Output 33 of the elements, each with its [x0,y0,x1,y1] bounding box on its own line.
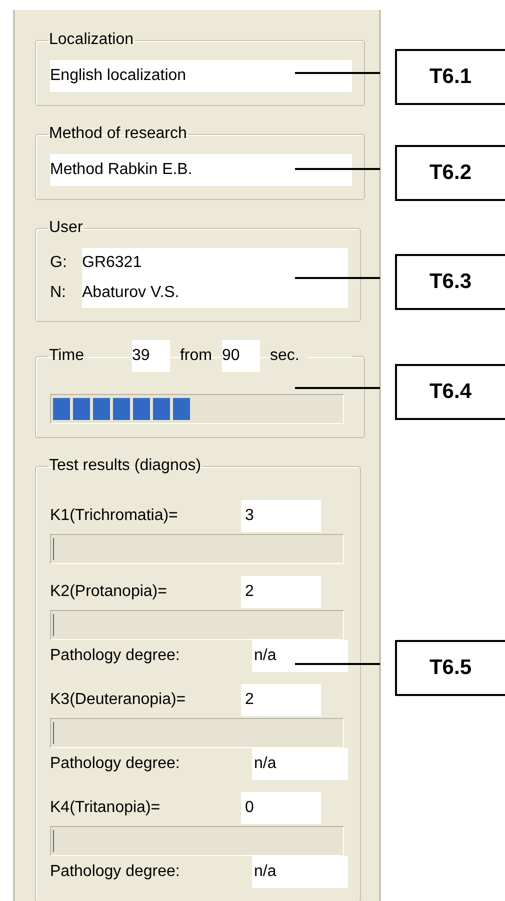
field-label: N: [50,284,67,302]
group-title: Test results (diagnos) [48,456,202,476]
callout-label: T6.2 [395,145,505,201]
field-label: G: [50,254,68,272]
value-field: 39 [132,340,170,372]
result-label: K2(Protanopia)= [50,583,167,601]
result-label: K4(Tritanopia)= [50,799,160,817]
value-field: Abaturov V.S. [82,278,348,308]
value-field: 90 [222,340,260,372]
result-label: K1(Trichromatia)= [50,507,178,525]
value-field: 3 [241,500,321,532]
group-title: Localization [48,30,134,50]
value-field: English localization [50,60,352,92]
value-field: 0 [241,792,321,824]
value-field: n/a [252,748,348,780]
pathology-label: Pathology degree: [50,863,180,881]
value-field: 2 [241,576,321,608]
callout-label: T6.1 [395,49,505,105]
value-field: n/a [252,640,348,672]
callout-label: T6.5 [395,640,505,696]
value-field: n/a [252,856,348,888]
pathology-label: Pathology degree: [50,755,180,773]
result-label: K3(Deuteranopia)= [50,691,186,709]
pathology-label: Pathology degree: [50,647,180,665]
value-field: Method Rabkin E.B. [50,154,352,186]
group-title: Method of research [48,124,188,144]
from-label: from [180,346,212,366]
value-field: 2 [241,684,321,716]
time-label: Time [49,346,84,366]
value-field: GR6321 [82,248,348,278]
callout-label: T6.3 [395,254,505,310]
callout-label: T6.4 [395,364,505,420]
group-title: User [48,218,84,238]
